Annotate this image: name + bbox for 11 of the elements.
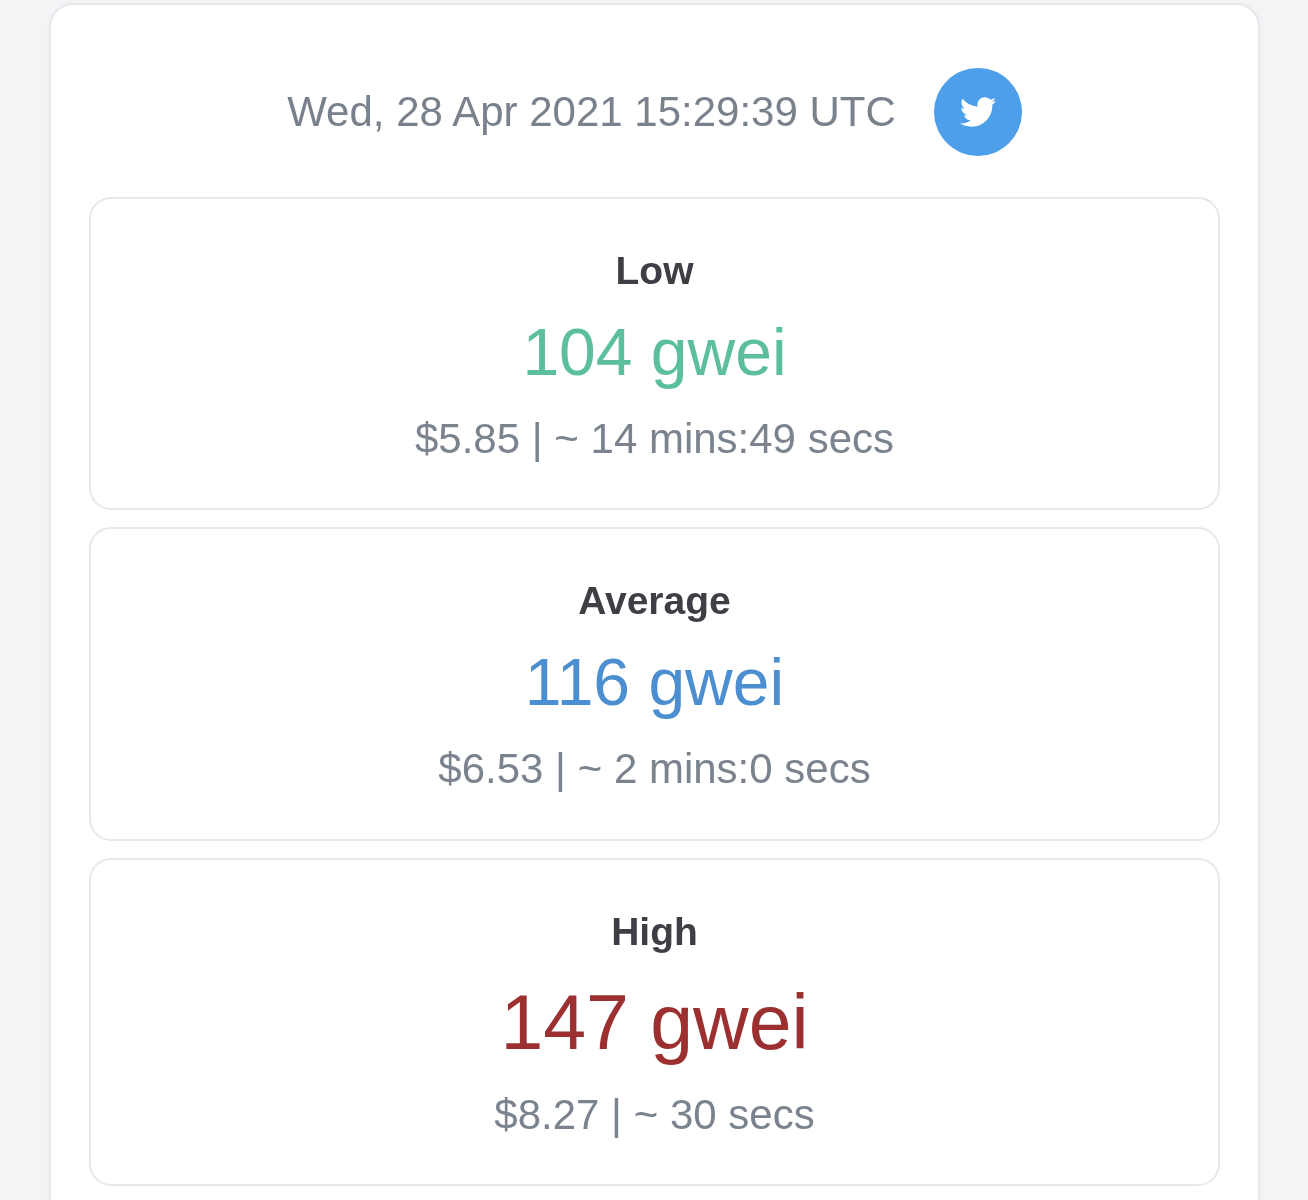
cost-and-wait-time: $6.53 | ~ 2 mins:0 secs	[438, 744, 871, 795]
gas-price: 104 gwei	[522, 313, 787, 391]
gas-price: 116 gwei	[524, 644, 785, 722]
timestamp: Wed, 28 Apr 2021 15:29:39 UTC	[287, 86, 896, 137]
tier-label: Average	[578, 578, 731, 625]
cost-and-wait-time: $8.27 | ~ 30 secs	[494, 1089, 815, 1140]
gas-price: 147 gwei	[500, 977, 809, 1067]
tier-label: High	[611, 908, 698, 955]
bird-icon	[959, 97, 996, 127]
cost-and-wait-time: $5.85 | ~ 14 mins:49 secs	[415, 414, 894, 464]
tier-label: Low	[615, 248, 694, 294]
